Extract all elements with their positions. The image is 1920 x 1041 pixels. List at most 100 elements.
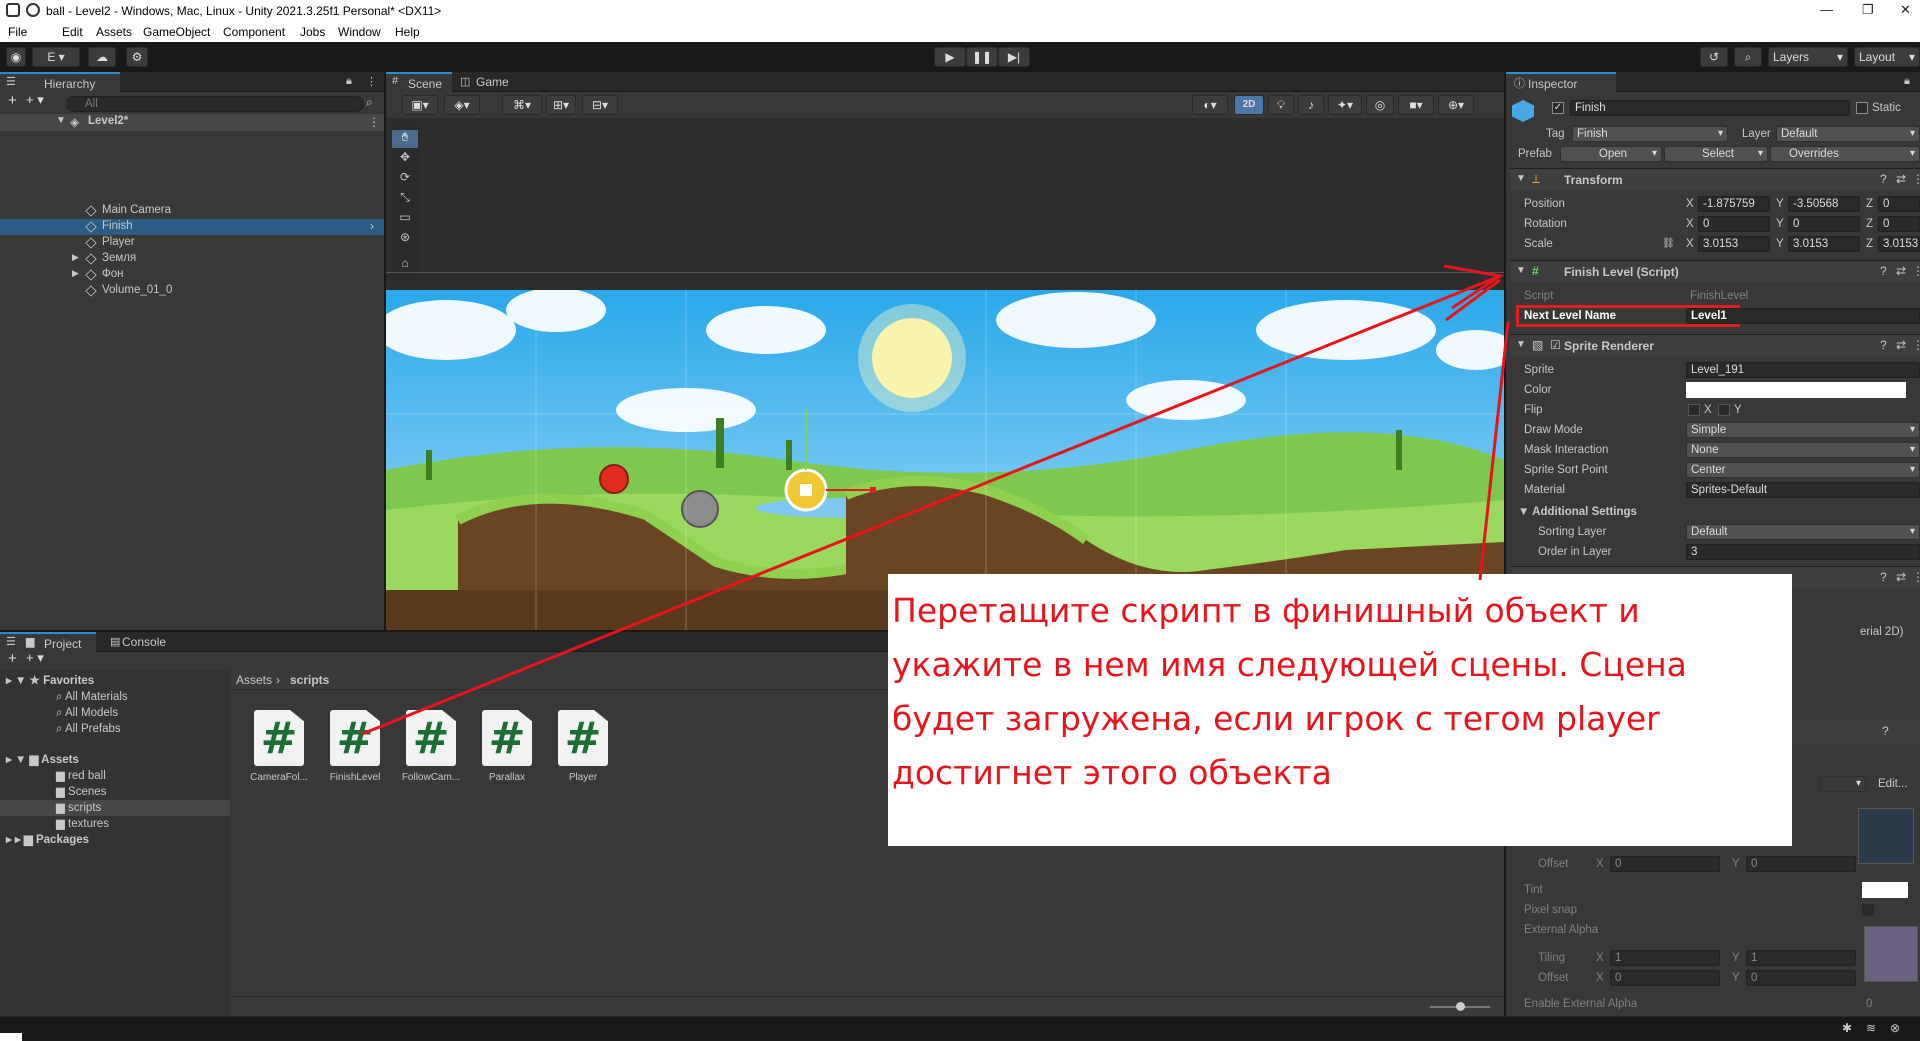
script-asset[interactable]: # Parallax — [472, 710, 542, 783]
texture-preview[interactable] — [1858, 808, 1914, 864]
help-icon[interactable]: ? — [1880, 264, 1887, 278]
flip-checkbox[interactable] — [1718, 404, 1730, 416]
shading-button[interactable]: ◐▾ — [1192, 95, 1228, 115]
tiling2-x-field[interactable]: 1 — [1610, 950, 1720, 966]
gizmo-tool-button[interactable]: ◈▾ — [444, 95, 480, 115]
preset-icon[interactable]: ⇄ — [1896, 570, 1906, 584]
scene-row[interactable]: ▼ ◈ Level2* ⋮ — [0, 114, 384, 131]
grid-snap-button[interactable]: ⊞▾ — [546, 95, 576, 115]
close-window-button[interactable]: ✕ — [1900, 2, 1911, 18]
transform-tool-icon[interactable]: ⊛ — [392, 230, 418, 248]
position-y-field[interactable]: -3.50568 — [1788, 196, 1860, 212]
offset2-x-field[interactable]: 0 — [1610, 970, 1720, 986]
position-x-field[interactable]: -1.875759 — [1698, 196, 1770, 212]
history-icon[interactable]: ↺ — [1700, 47, 1728, 67]
camera-icon[interactable]: ■▾ — [1398, 95, 1434, 115]
sprite-renderer-header[interactable]: ▼ ▧ ☑ Sprite Renderer ? ⇄ ⋮ — [1510, 334, 1920, 356]
component-menu-icon[interactable]: ⋮ — [1912, 172, 1920, 186]
object-name-field[interactable]: Finish — [1570, 100, 1850, 116]
rect-tool-icon[interactable]: ▭ — [392, 210, 418, 228]
menu-help[interactable]: Help — [395, 25, 420, 39]
rotation-z-field[interactable]: 0 — [1878, 216, 1920, 232]
play-button[interactable]: ▶ — [934, 47, 966, 67]
layers-dropdown[interactable]: Layers ▾ — [1768, 47, 1848, 67]
services-gear-icon[interactable]: ⚙ — [126, 47, 148, 67]
menu-gameobject[interactable]: GameObject — [143, 25, 210, 39]
prefab-select-button[interactable]: Select — [1664, 146, 1768, 162]
account-button[interactable]: E ▾ — [32, 47, 80, 67]
scale-z-field[interactable]: 3.0153 — [1878, 236, 1920, 252]
favorite-item[interactable]: ⌕ All Prefabs — [56, 721, 121, 737]
sorting-layer-dropdown[interactable]: Default — [1686, 524, 1920, 540]
script-asset[interactable]: # FinishLevel — [320, 710, 390, 783]
collab-icon[interactable]: ◉ — [6, 47, 26, 67]
hierarchy-item[interactable]: ▶ Фон — [0, 267, 384, 283]
rotate-tool-icon[interactable]: ⟳ — [392, 170, 418, 188]
order-in-layer-field[interactable]: 3 — [1686, 544, 1920, 560]
help-icon[interactable]: ? — [1880, 570, 1887, 584]
assets-row[interactable]: ▸ ▼ ▆ Assets — [6, 752, 79, 768]
tag-dropdown[interactable]: Finish — [1572, 126, 1728, 142]
collapse-arrow-icon[interactable]: ▼ — [1516, 339, 1526, 350]
enable-external-alpha-value[interactable]: 0 — [1866, 996, 1872, 1012]
menu-file[interactable]: File — [8, 25, 27, 39]
search-icon[interactable]: ⌕ — [1734, 47, 1762, 67]
hierarchy-search-input[interactable]: All — [66, 96, 364, 112]
hierarchy-item[interactable]: Player — [0, 235, 384, 251]
settings-icon[interactable]: ⊗ — [1890, 1021, 1900, 1035]
collapse-arrow-icon[interactable]: ▼ — [1516, 265, 1526, 276]
audio-icon[interactable]: ♪ — [1298, 95, 1324, 115]
scale-y-field[interactable]: 3.0153 — [1788, 236, 1860, 252]
transform-header[interactable]: ▼ ⟂ Transform ? ⇄ ⋮ — [1510, 168, 1920, 190]
external-alpha-preview[interactable] — [1864, 926, 1918, 982]
prefab-open-button[interactable]: Open — [1560, 146, 1662, 162]
hand-tool-icon[interactable]: ✋︎ — [392, 130, 418, 148]
project-menu-icon[interactable]: ☰ — [6, 635, 16, 648]
rotation-y-field[interactable]: 0 — [1788, 216, 1860, 232]
menu-jobs[interactable]: Jobs — [300, 25, 325, 39]
additional-settings-label[interactable]: ▼ Additional Settings — [1518, 504, 1637, 520]
position-z-field[interactable]: 0 — [1878, 196, 1920, 212]
draw-mode-button[interactable]: ▣▾ — [402, 95, 438, 115]
preset-icon[interactable]: ⇄ — [1896, 172, 1906, 186]
scene-menu-icon[interactable]: ⋮ — [368, 115, 380, 129]
layout-dropdown[interactable]: Layout ▾ — [1854, 47, 1920, 67]
lock-icon[interactable]: 🔒︎ — [1904, 75, 1910, 88]
edit-shader-button[interactable]: Edit... — [1878, 776, 1907, 792]
lock-icon[interactable]: 🔒︎ — [346, 75, 352, 88]
zoom-slider-thumb[interactable] — [1456, 1002, 1465, 1011]
effects-icon[interactable]: ✦▾ — [1328, 95, 1362, 115]
expand-arrow-icon[interactable]: ▼ — [56, 115, 66, 126]
pause-button[interactable]: ❚❚ — [966, 47, 998, 67]
collapse-arrow-icon[interactable]: ▼ — [1516, 173, 1526, 184]
sprite-renderer-dropdown[interactable]: Center — [1686, 462, 1920, 478]
scale-tool-icon[interactable]: ⤡ — [392, 190, 418, 208]
lighting-icon[interactable]: 💡︎ — [1268, 95, 1294, 115]
script-asset[interactable]: # Player — [548, 710, 618, 783]
folder-item[interactable]: ▆ Scenes — [56, 784, 106, 800]
toggle-2d-button[interactable]: 2D — [1234, 95, 1264, 115]
layer-dropdown[interactable]: Default — [1776, 126, 1920, 142]
add-dropdown-icon[interactable]: + ▾ — [26, 92, 44, 108]
menu-window[interactable]: Window — [338, 25, 381, 39]
menu-assets[interactable]: Assets — [96, 25, 132, 39]
chevron-right-icon[interactable]: › — [370, 219, 374, 233]
create-icon[interactable]: + — [8, 650, 17, 667]
help-icon[interactable]: ? — [1882, 724, 1889, 738]
object-reference-field[interactable]: Sprites-Default — [1686, 482, 1920, 498]
object-reference-field[interactable]: Level_191 — [1686, 362, 1920, 378]
bug-icon[interactable]: ✱ — [1842, 1021, 1852, 1035]
component-menu-icon[interactable]: ⋮ — [1912, 264, 1920, 278]
tab-hierarchy[interactable]: Hierarchy — [0, 72, 120, 92]
expand-arrow-icon[interactable]: ▶ — [72, 268, 79, 279]
folder-item[interactable]: ▆ textures — [56, 816, 109, 832]
kebab-menu-icon[interactable]: ⋮ — [366, 75, 377, 88]
offset2-y-field[interactable]: 0 — [1746, 970, 1856, 986]
script-reference-field[interactable]: FinishLevel — [1690, 288, 1748, 304]
folder-item[interactable]: ▆ red ball — [56, 768, 106, 784]
component-menu-icon[interactable]: ⋮ — [1912, 338, 1920, 352]
help-icon[interactable]: ? — [1880, 172, 1887, 186]
favorite-item[interactable]: ⌕ All Models — [56, 705, 118, 721]
hierarchy-item[interactable]: Volume_01_0 — [0, 283, 384, 299]
tint-color-swatch[interactable] — [1862, 882, 1908, 898]
